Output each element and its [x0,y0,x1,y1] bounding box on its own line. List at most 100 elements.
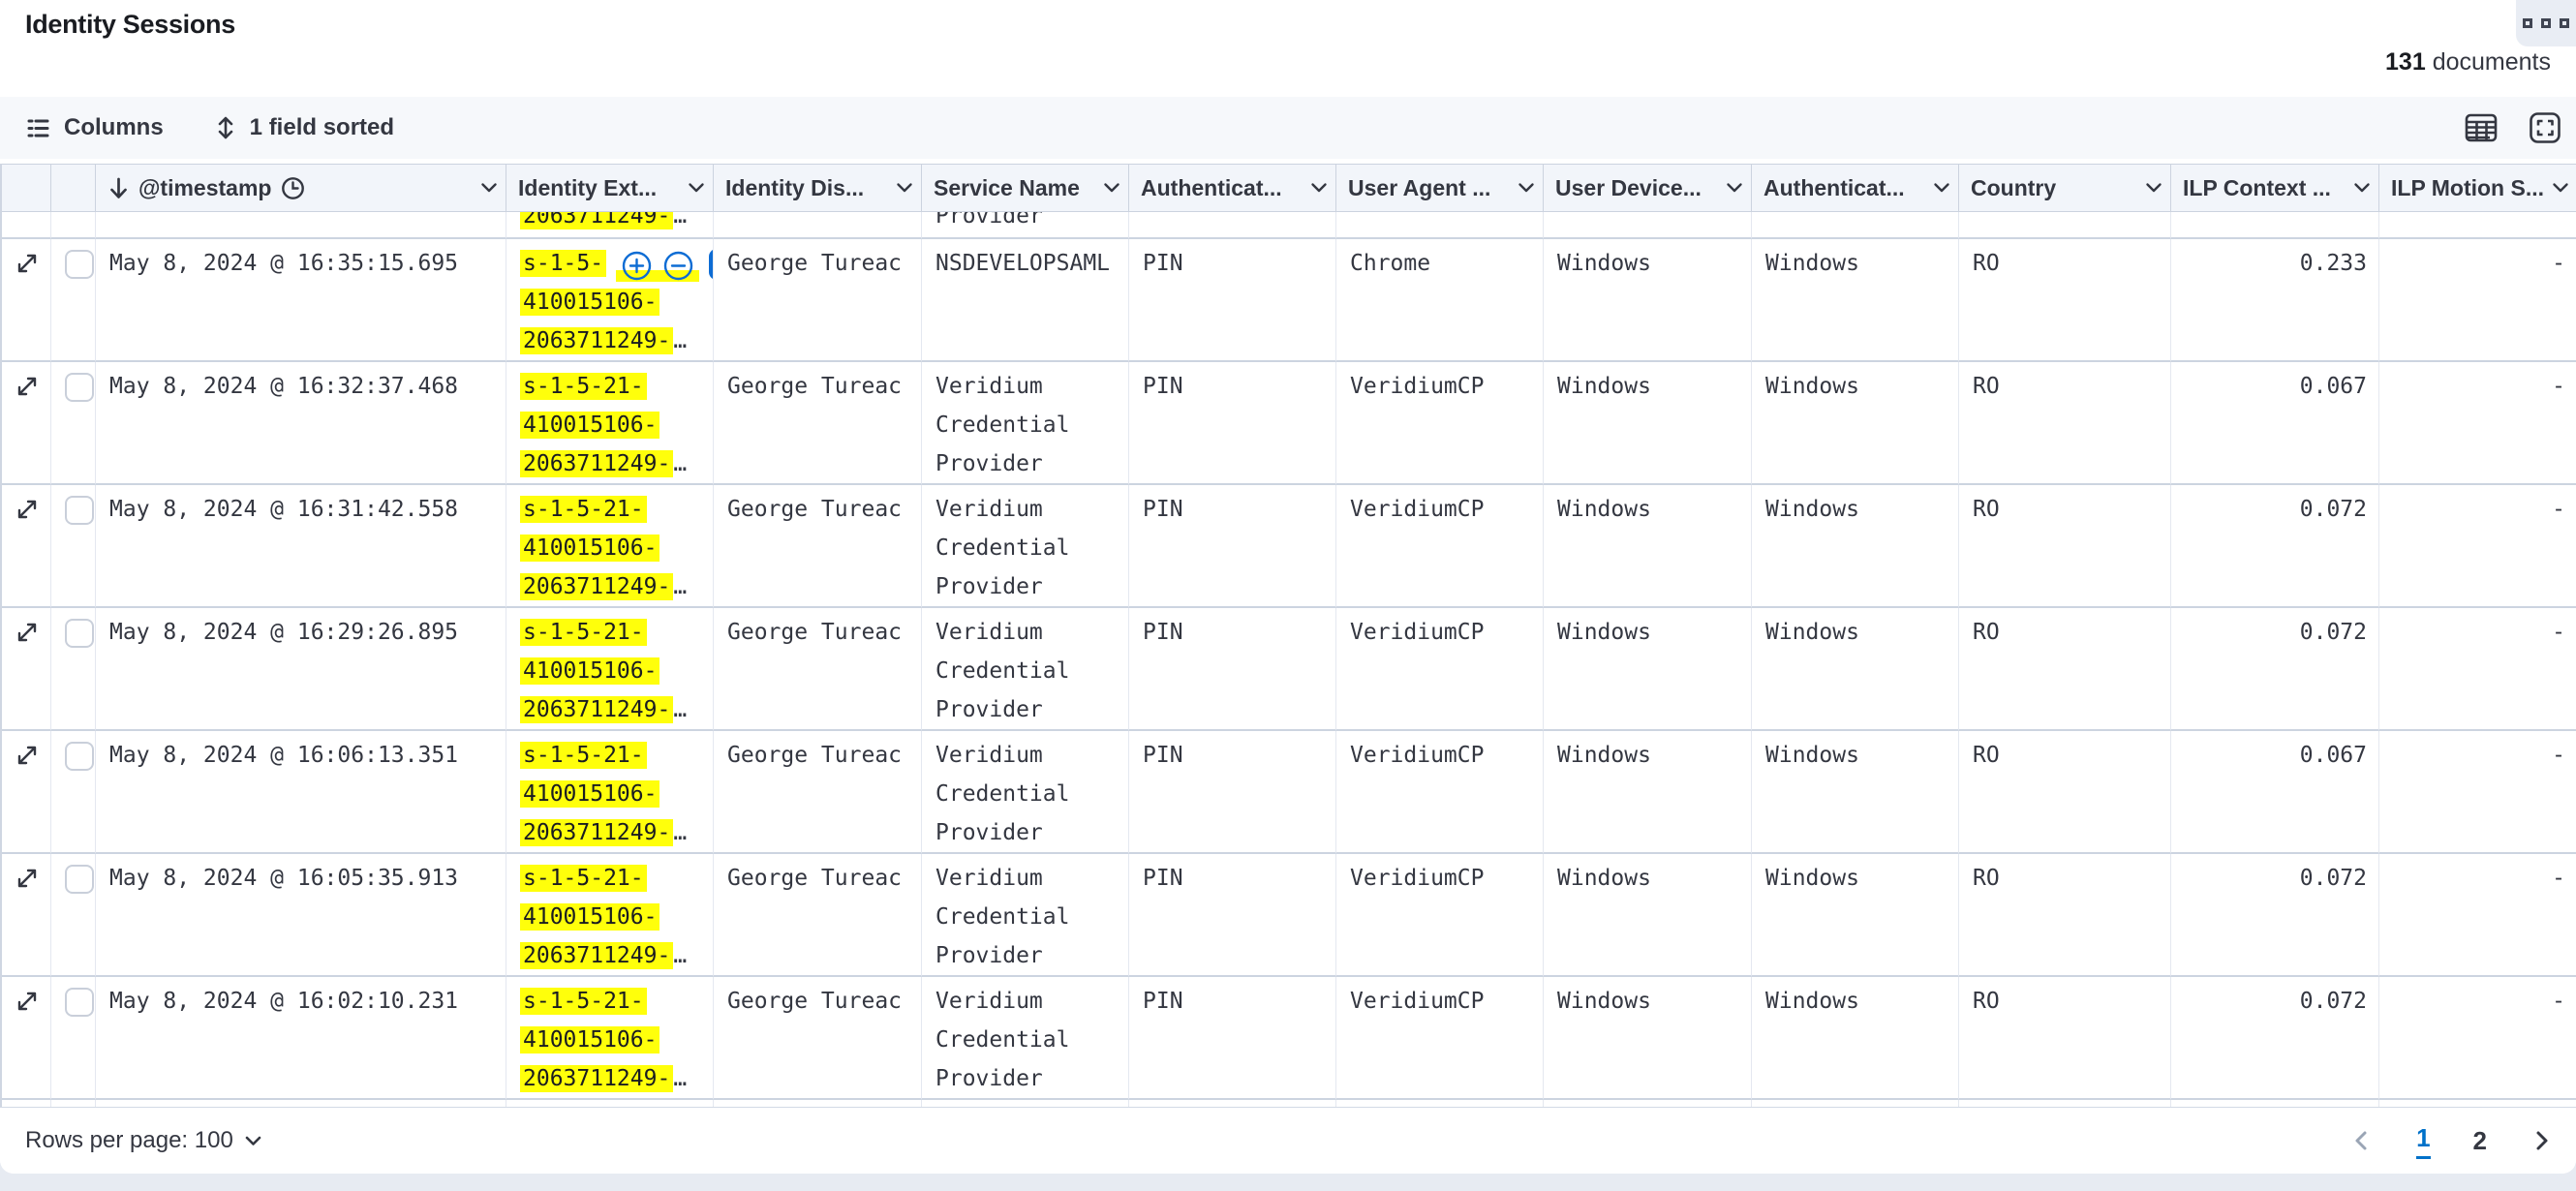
highlighted-value: s-1-5-21- [520,988,647,1015]
expand-diagonal-icon [15,497,40,522]
timestamp-value: May 8, 2024 @ 16:05:35.913 [109,866,458,891]
expand-row-button[interactable] [2,608,51,731]
ilp-context-value: 0.233 [2300,251,2367,276]
field-sorted-button[interactable]: 1 field sorted [214,114,394,141]
cell-authentication-device: Windows [1752,362,1959,485]
chevron-down-icon[interactable] [2353,182,2371,194]
chevron-down-icon[interactable] [480,182,498,194]
service-name-line: Provider [935,1059,1117,1098]
chevron-down-icon[interactable] [1310,182,1328,194]
chevron-down-icon[interactable] [1518,182,1535,194]
rows-per-page-select[interactable]: Rows per page: 100 [25,1127,261,1154]
previous-page-button[interactable] [2348,1126,2374,1155]
table-row: May 8, 2024 @ 16:31:42.558 s-1-5-21-41001… [2,485,2576,608]
table-row-partial: 2063711249-…Provider [2,212,2576,239]
cell-value: RO [1973,989,2000,1014]
expand-row-button[interactable] [2,731,51,854]
column-header-authenticat_2[interactable]: Authenticat... [1752,164,1959,212]
filter-for-icon[interactable] [621,250,653,282]
expand-row-button[interactable] [2,485,51,608]
cell-user-agent: VeridiumCP [1336,731,1544,854]
cell-authentication-method: PIN [1129,239,1336,362]
cell-value: Windows [1765,620,1859,645]
highlighted-value: 410015106- [520,1026,659,1054]
cell-user-device: Windows [1544,362,1752,485]
column-header-user_device[interactable]: User Device... [1544,164,1752,212]
cell-ilp-motion-score: - [2379,485,2576,608]
cell-sliver [51,1100,96,1107]
column-header-identity_ext[interactable]: Identity Ext... [506,164,714,212]
chevron-down-icon[interactable] [896,182,913,194]
boxes-horizontal-icon [2541,18,2551,28]
cell-partial [2,212,51,239]
cell-value: Windows [1765,989,1859,1014]
highlighted-value: 410015106- [520,903,659,931]
cell-authentication-method: PIN [1129,854,1336,977]
cell-text: Provider [935,212,1117,235]
ilp-motion-value: - [2552,620,2565,645]
cell-user-agent: VeridiumCP [1336,485,1544,608]
highlighted-value: 410015106- [520,534,659,562]
cell-value: PIN [1143,989,1183,1014]
documents-count: 131 documents [2385,48,2551,76]
row-checkbox[interactable] [65,619,94,648]
column-header-identity_dis[interactable]: Identity Dis... [714,164,922,212]
chevron-down-icon[interactable] [2552,182,2569,194]
cell-service-name: VeridiumCredentialProvider [922,485,1129,608]
filter-out-icon[interactable] [662,250,694,282]
highlighted-value: s-1-5- [520,250,606,277]
expand-row-button[interactable] [2,362,51,485]
column-header-label: Identity Dis... [725,175,864,201]
chevron-down-icon[interactable] [1726,182,1743,194]
chevron-down-icon [245,1136,261,1146]
cell-identity-ext: s-1-5-21-410015106-2063711249-… [506,485,714,608]
truncation-ellipsis: … [673,574,687,599]
row-checkbox[interactable] [65,250,94,279]
cell-value: RO [1973,866,2000,891]
chevron-down-icon[interactable] [2145,182,2162,194]
column-header-service_name[interactable]: Service Name [922,164,1129,212]
chevron-down-icon[interactable] [1103,182,1120,194]
chevron-down-icon[interactable] [1933,182,1950,194]
table-row: May 8, 2024 @ 16:06:13.351s-1-5-21-41001… [2,731,2576,854]
expand-row-button[interactable] [2,977,51,1100]
cell-identity-ext: s-1-5-21-410015106-2063711249-… [506,854,714,977]
chevron-down-icon[interactable] [688,182,705,194]
column-header-ilp_motion[interactable]: ILP Motion S... [2379,164,2576,212]
fullscreen-button[interactable] [2528,110,2562,145]
row-checkbox[interactable] [65,865,94,894]
header-control-select [51,164,96,212]
cell-value: PIN [1143,374,1183,399]
display-options-button[interactable] [2464,111,2499,144]
cell-partial [2379,212,2576,239]
column-header-user_agent[interactable]: User Agent ... [1336,164,1544,212]
cell-timestamp: May 8, 2024 @ 16:35:15.695 [96,239,506,362]
row-checkbox[interactable] [65,373,94,402]
cell-user-device: Windows [1544,731,1752,854]
column-header-label: Authenticat... [1763,175,1905,201]
column-header-ilp_context[interactable]: ILP Context ... [2171,164,2379,212]
expand-row-button[interactable] [2,239,51,362]
panel-options-button[interactable] [2516,0,2576,46]
highlighted-value: 410015106- [520,780,659,808]
next-page-button[interactable] [2530,1126,2555,1155]
column-header-timestamp[interactable]: @timestamp [96,164,506,212]
cell-value: Chrome [1350,251,1430,276]
expand-row-button[interactable] [2,854,51,977]
column-header-authenticat_1[interactable]: Authenticat... [1129,164,1336,212]
row-checkbox[interactable] [65,496,94,525]
page-number-2[interactable]: 2 [2473,1126,2487,1156]
columns-button[interactable]: Columns [25,114,164,141]
identity-sessions-table: @timestampIdentity Ext... Identity Dis...… [0,164,2576,1107]
cell-ilp-motion-score: - [2379,977,2576,1100]
row-checkbox[interactable] [65,742,94,771]
cell-user-agent: VeridiumCP [1336,977,1544,1100]
page-number-1[interactable]: 1 [2416,1123,2430,1159]
cell-value: RO [1973,620,2000,645]
cell-country: RO [1959,362,2171,485]
timestamp-value: May 8, 2024 @ 16:31:42.558 [109,497,458,522]
column-header-country[interactable]: Country [1959,164,2171,212]
row-checkbox[interactable] [65,988,94,1017]
timestamp-value: May 8, 2024 @ 16:02:10.231 [109,989,458,1014]
ilp-context-value: 0.072 [2300,866,2367,891]
